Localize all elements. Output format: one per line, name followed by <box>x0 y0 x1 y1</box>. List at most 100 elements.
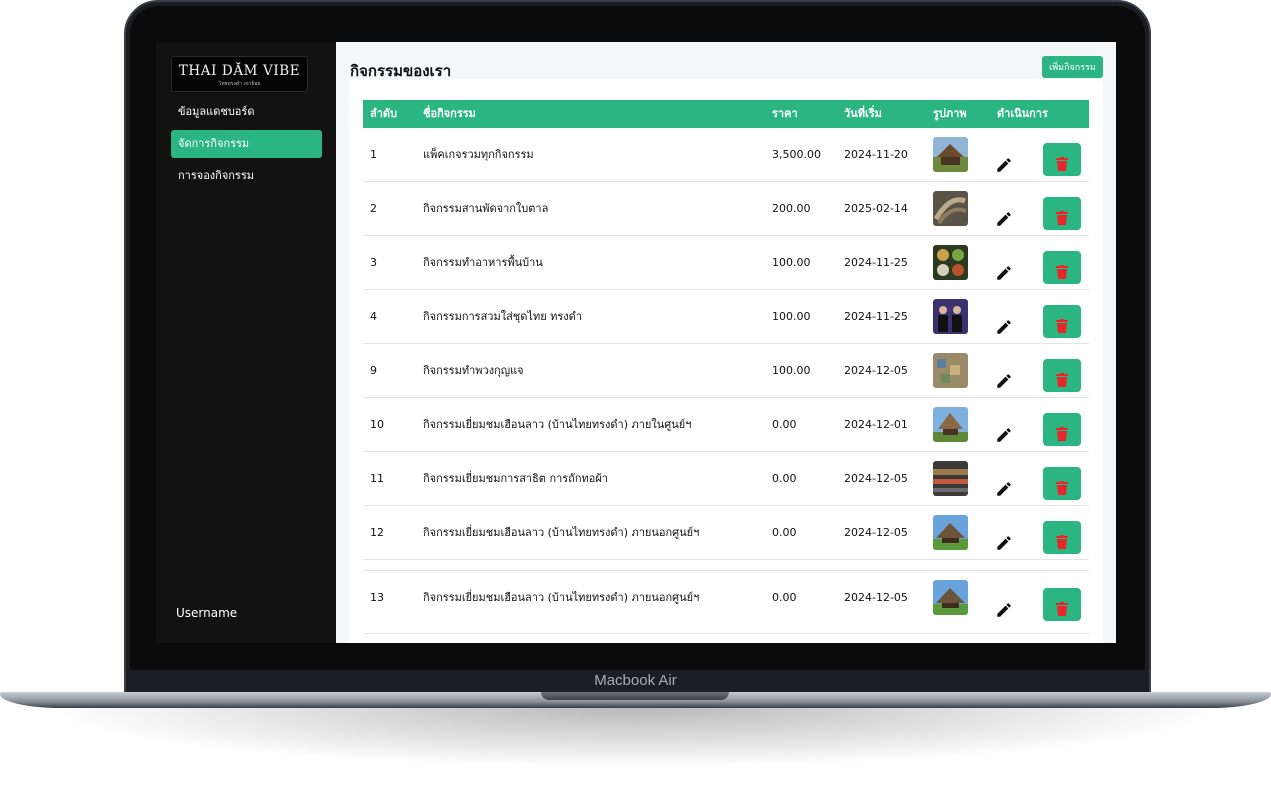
row-activity-name: กิจกรรมสานพัดจากใบตาล <box>423 202 549 215</box>
row-price: 100.00 <box>772 364 811 377</box>
activity-thumbnail[interactable] <box>933 407 968 442</box>
laptop-shadow <box>40 708 1230 768</box>
sidebar-item-manage-activities[interactable]: จัดการกิจกรรม <box>171 130 322 158</box>
row-price: 200.00 <box>772 202 811 215</box>
activity-thumbnail[interactable] <box>933 353 968 388</box>
row-index: 9 <box>370 364 377 377</box>
row-activity-name: กิจกรรมเยี่ยมชมเฮือนลาว (บ้านไทยทรงดำ) ภ… <box>423 526 700 539</box>
brand-logo[interactable]: THAI DĂM VIBE ไทยทรงดำ เขาย้อย <box>171 56 308 92</box>
trash-icon <box>1056 211 1068 225</box>
row-activity-name: กิจกรรมทำพวงกุญแจ <box>423 364 524 377</box>
trash-icon <box>1056 481 1068 495</box>
delete-button[interactable] <box>1043 588 1081 621</box>
row-price: 100.00 <box>772 256 811 269</box>
activities-table: ลำดับ ชื่อกิจกรรม ราคา วันที่เริ่ม รูปภา… <box>363 100 1089 634</box>
table-row: 11 กิจกรรมเยี่ยมชมการสาธิต การถักทอผ้า 0.0… <box>363 452 1089 506</box>
logo-subtitle: ไทยทรงดำ เขาย้อย <box>218 81 261 87</box>
trash-icon <box>1056 535 1068 549</box>
main-content: กิจกรรมของเรา เพิ่มกิจกรรม ลำดับ ชื่อกิจ… <box>336 42 1116 643</box>
trash-icon <box>1056 319 1068 333</box>
row-activity-name: กิจกรรมเยี่ยมชมเฮือนลาว (บ้านไทยทรงดำ) ภ… <box>423 418 692 431</box>
row-price: 0.00 <box>772 472 797 485</box>
logo-title: THAI DĂM VIBE <box>178 63 301 79</box>
row-index: 10 <box>370 418 384 431</box>
username-label[interactable]: Username <box>176 606 237 620</box>
row-index: 13 <box>370 591 384 604</box>
row-start-date: 2024-12-05 <box>844 472 908 485</box>
sidebar-item-dashboard[interactable]: ข้อมูลแดชบอร์ด <box>171 98 322 126</box>
row-index: 11 <box>370 472 384 485</box>
row-start-date: 2024-12-05 <box>844 526 908 539</box>
delete-button[interactable] <box>1043 467 1081 500</box>
header-price: ราคา <box>772 107 798 120</box>
activity-thumbnail[interactable] <box>933 580 968 615</box>
pencil-icon[interactable] <box>995 360 1013 388</box>
row-index: 12 <box>370 526 384 539</box>
pencil-icon[interactable] <box>995 306 1013 334</box>
row-start-date: 2025-02-14 <box>844 202 908 215</box>
table-row: 1 แพ็คเกจรวมทุกกิจกรรม 3,500.00 2024-11-20 <box>363 128 1089 182</box>
trash-icon <box>1056 373 1068 387</box>
app-screen: THAI DĂM VIBE ไทยทรงดำ เขาย้อย ข้อมูลแดช… <box>156 42 1116 643</box>
row-start-date: 2024-11-20 <box>844 148 908 161</box>
sidebar-nav: ข้อมูลแดชบอร์ด จัดการกิจกรรม การจองกิจกร… <box>171 98 322 194</box>
row-index: 2 <box>370 202 377 215</box>
activity-thumbnail[interactable] <box>933 299 968 334</box>
device-label: Macbook Air <box>594 672 677 689</box>
activity-thumbnail[interactable] <box>933 461 968 496</box>
row-index: 4 <box>370 310 377 323</box>
row-activity-name: กิจกรรมการสวมใส่ชุดไทย ทรงดำ <box>423 310 582 323</box>
row-start-date: 2024-11-25 <box>844 310 908 323</box>
header-actions: ดำเนินการ <box>997 107 1048 120</box>
delete-button[interactable] <box>1043 413 1081 446</box>
row-start-date: 2024-12-05 <box>844 364 908 377</box>
row-index: 3 <box>370 256 377 269</box>
row-start-date: 2024-12-05 <box>844 591 908 604</box>
trash-icon <box>1056 157 1068 171</box>
pencil-icon[interactable] <box>995 468 1013 496</box>
row-price: 0.00 <box>772 418 797 431</box>
header-start-date: วันที่เริ่ม <box>844 107 882 120</box>
row-activity-name: กิจกรรมเยี่ยมชมเฮือนลาว (บ้านไทยทรงดำ) ภ… <box>423 591 700 604</box>
row-activity-name: แพ็คเกจรวมทุกกิจกรรม <box>423 148 534 161</box>
activity-thumbnail[interactable] <box>933 515 968 550</box>
row-activity-name: กิจกรรมเยี่ยมชมการสาธิต การถักทอผ้า <box>423 472 608 485</box>
sidebar-item-bookings[interactable]: การจองกิจกรรม <box>171 162 322 190</box>
add-activity-button[interactable]: เพิ่มกิจกรรม <box>1042 56 1103 78</box>
pencil-icon[interactable] <box>995 144 1013 172</box>
laptop-notch <box>541 692 729 700</box>
activity-thumbnail[interactable] <box>933 245 968 280</box>
delete-button[interactable] <box>1043 197 1081 230</box>
pencil-icon[interactable] <box>995 414 1013 442</box>
trash-icon <box>1056 265 1068 279</box>
delete-button[interactable] <box>1043 305 1081 338</box>
delete-button[interactable] <box>1043 143 1081 176</box>
row-price: 0.00 <box>772 591 797 604</box>
table-row: 3 กิจกรรมทำอาหารพื้นบ้าน 100.00 2024-11-25 <box>363 236 1089 290</box>
row-activity-name: กิจกรรมทำอาหารพื้นบ้าน <box>423 256 543 269</box>
activity-thumbnail[interactable] <box>933 137 968 172</box>
pencil-icon[interactable] <box>995 252 1013 280</box>
table-row: 13 กิจกรรมเยี่ยมชมเฮือนลาว (บ้านไทยทรงดำ)… <box>363 570 1089 634</box>
laptop-mockup: Macbook Air THAI DĂM VIBE ไทยทรงดำ เขาย้… <box>0 0 1271 785</box>
pencil-icon[interactable] <box>995 589 1013 617</box>
table-row: 4 กิจกรรมการสวมใส่ชุดไทย ทรงดำ 100.00 2024-… <box>363 290 1089 344</box>
activity-thumbnail[interactable] <box>933 191 968 226</box>
row-start-date: 2024-11-25 <box>844 256 908 269</box>
header-image: รูปภาพ <box>933 107 967 120</box>
row-price: 0.00 <box>772 526 797 539</box>
row-start-date: 2024-12-01 <box>844 418 908 431</box>
sidebar: THAI DĂM VIBE ไทยทรงดำ เขาย้อย ข้อมูลแดช… <box>156 42 336 643</box>
pencil-icon[interactable] <box>995 522 1013 550</box>
pencil-icon[interactable] <box>995 198 1013 226</box>
row-index: 1 <box>370 148 377 161</box>
table-row: 9 กิจกรรมทำพวงกุญแจ 100.00 2024-12-05 <box>363 344 1089 398</box>
row-price: 3,500.00 <box>772 148 821 161</box>
delete-button[interactable] <box>1043 359 1081 392</box>
trash-icon <box>1056 602 1068 616</box>
row-price: 100.00 <box>772 310 811 323</box>
delete-button[interactable] <box>1043 521 1081 554</box>
delete-button[interactable] <box>1043 251 1081 284</box>
table-row: 2 กิจกรรมสานพัดจากใบตาล 200.00 2025-02-14 <box>363 182 1089 236</box>
header-index: ลำดับ <box>370 107 398 120</box>
